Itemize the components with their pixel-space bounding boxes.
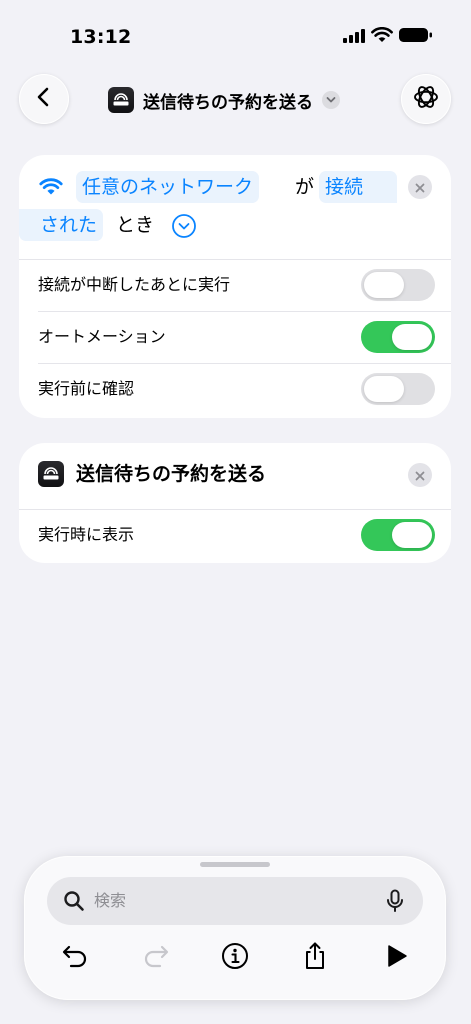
- toggle-knob: [392, 324, 432, 350]
- toggle-knob: [364, 376, 404, 402]
- row-confirm-before-run: 実行前に確認: [19, 363, 451, 415]
- toggle-knob: [392, 522, 432, 548]
- row-label: 実行時に表示: [38, 525, 135, 544]
- row-run-after-disconnect: 接続が中断したあとに実行: [19, 259, 451, 311]
- share-button[interactable]: [300, 941, 330, 975]
- toggle-knob: [364, 272, 404, 298]
- undo-icon: [61, 943, 89, 973]
- status-time: 13:12: [70, 26, 132, 48]
- action-title: 送信待ちの予約を送る: [76, 463, 267, 485]
- info-icon: [221, 942, 249, 974]
- cellular-signal-icon: [343, 28, 365, 47]
- suffix-text: とき: [116, 214, 155, 236]
- chevron-down-icon: [322, 91, 340, 109]
- status-icons: [343, 27, 433, 47]
- search-placeholder: 検索: [94, 891, 127, 910]
- battery-icon: [399, 27, 433, 47]
- run-button[interactable]: [382, 943, 412, 973]
- wifi-status-icon: [371, 27, 393, 47]
- confirm-before-run-toggle[interactable]: [361, 373, 435, 405]
- row-automation: オートメーション: [19, 311, 451, 363]
- ai-settings-icon: [412, 83, 440, 115]
- state-token-line2[interactable]: された: [19, 209, 104, 241]
- remove-action-button[interactable]: [408, 463, 432, 487]
- action-card: 送信待ちの予約を送る 実行時に表示: [19, 443, 451, 563]
- automation-toggle[interactable]: [361, 321, 435, 353]
- close-icon: [415, 178, 425, 197]
- run-after-disconnect-toggle[interactable]: [361, 269, 435, 301]
- nav-title: 送信待ちの予約を送る: [143, 92, 313, 113]
- shortcut-title-menu[interactable]: 送信待ちの予約を送る: [108, 85, 340, 115]
- show-when-run-toggle[interactable]: [361, 519, 435, 551]
- info-button[interactable]: [220, 943, 250, 973]
- undo-button[interactable]: [60, 943, 90, 973]
- share-icon: [302, 941, 328, 975]
- search-icon: [63, 890, 85, 916]
- row-label: 実行前に確認: [38, 379, 135, 398]
- trigger-sentence: 任意のネットワーク が 接続 された とき: [19, 155, 451, 259]
- state-token-line1[interactable]: 接続: [319, 171, 397, 203]
- action-header[interactable]: 送信待ちの予約を送る: [19, 443, 451, 507]
- redo-icon: [142, 943, 170, 973]
- sheet-grabber[interactable]: [200, 862, 270, 867]
- remove-trigger-button[interactable]: [408, 175, 432, 199]
- close-icon: [415, 466, 425, 485]
- particle-text: が: [295, 176, 315, 198]
- wifi-icon: [39, 178, 63, 195]
- row-label: オートメーション: [38, 327, 166, 346]
- status-bar: 13:12: [0, 0, 471, 76]
- network-token[interactable]: 任意のネットワーク: [76, 171, 260, 203]
- nav-bar: 送信待ちの予約を送る: [0, 72, 471, 128]
- search-input[interactable]: 検索: [47, 877, 423, 925]
- intelligence-button[interactable]: [401, 74, 451, 124]
- chevron-down-circle-icon[interactable]: [171, 213, 197, 243]
- back-button[interactable]: [19, 74, 69, 124]
- app-icon: [38, 461, 64, 487]
- redo-button[interactable]: [141, 943, 171, 973]
- row-show-when-run: 実行時に表示: [19, 509, 451, 561]
- trigger-card: 任意のネットワーク が 接続 された とき 接続が中断したあとに実行 オートメー: [19, 155, 451, 418]
- row-label: 接続が中断したあとに実行: [38, 275, 231, 294]
- chevron-left-icon: [34, 87, 54, 111]
- bottom-toolbar: 検索: [24, 856, 446, 1000]
- play-icon: [385, 943, 409, 973]
- microphone-icon[interactable]: [386, 889, 404, 917]
- app-icon: [108, 87, 134, 113]
